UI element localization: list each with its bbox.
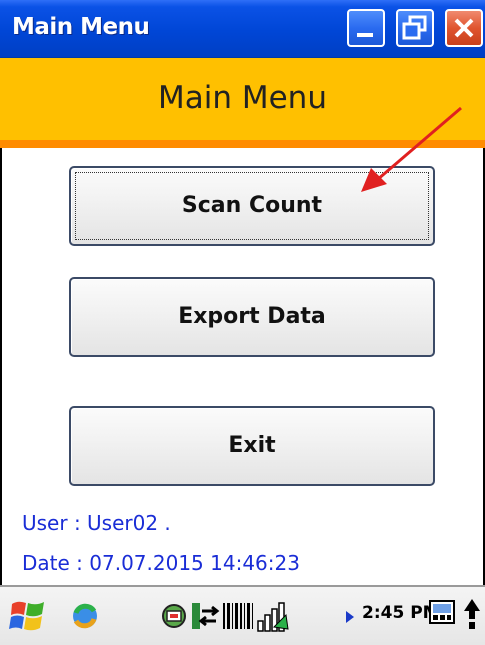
minimize-button[interactable] — [347, 9, 385, 47]
close-button[interactable] — [445, 9, 483, 47]
restore-icon — [402, 15, 427, 40]
windows-start-icon[interactable] — [8, 596, 48, 634]
connection-icon[interactable] — [190, 599, 220, 633]
user-label: User : User02 . — [22, 511, 171, 535]
title-bar: Main Menu — [0, 0, 485, 58]
up-arrow-icon[interactable] — [462, 597, 482, 633]
sync-icon[interactable] — [68, 599, 102, 633]
signal-icon[interactable] — [256, 599, 292, 633]
close-icon — [454, 18, 474, 38]
barcode-icon[interactable] — [222, 601, 254, 631]
maximize-button[interactable] — [396, 9, 434, 47]
exit-button[interactable]: Exit — [69, 406, 435, 486]
expand-arrow-icon[interactable] — [344, 609, 356, 625]
window-title: Main Menu — [12, 14, 150, 40]
date-label: Date : 07.07.2015 14:46:23 — [22, 551, 300, 575]
taskbar: 2:45 PM — [0, 585, 485, 645]
minimize-icon — [357, 33, 373, 37]
annotation-arrow-icon — [361, 106, 462, 192]
network-icon[interactable] — [160, 601, 188, 631]
export-data-button[interactable]: Export Data — [69, 277, 435, 357]
keyboard-icon[interactable] — [428, 599, 458, 629]
